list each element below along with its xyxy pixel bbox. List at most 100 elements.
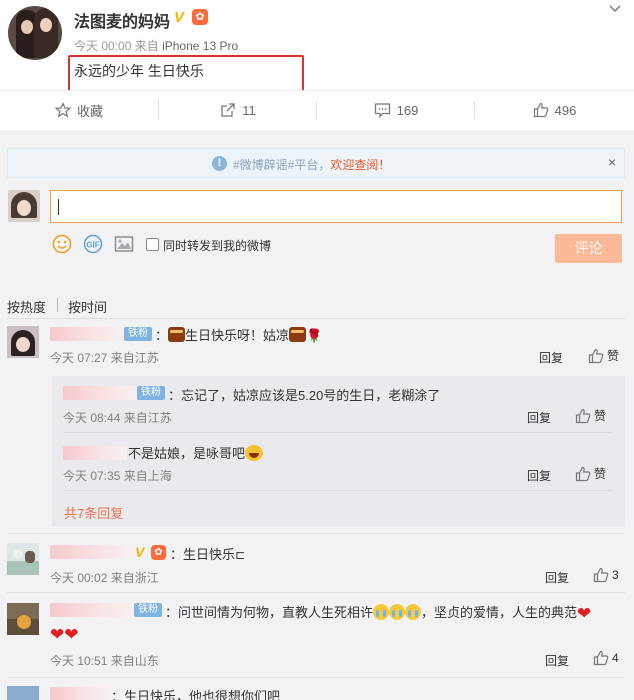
laugh-emoji-icon bbox=[245, 445, 264, 461]
author-avatar[interactable] bbox=[8, 6, 62, 60]
share-count: 11 bbox=[242, 102, 256, 118]
cake-emoji-icon bbox=[168, 327, 186, 342]
favorite-button[interactable]: 收藏 bbox=[0, 91, 158, 129]
commenter-name[interactable] bbox=[50, 545, 134, 559]
crying-emoji-icon bbox=[405, 604, 422, 620]
thumbs-up-icon bbox=[593, 567, 609, 583]
weibo-post: 法图麦的妈妈 V ✿ 今天 00:00 来自 iPhone 13 Pro 永远的… bbox=[0, 0, 634, 92]
like-label: 赞 bbox=[594, 409, 607, 423]
gif-icon[interactable]: GIF bbox=[83, 234, 103, 254]
source-prefix: 来自 bbox=[134, 39, 159, 53]
sub-reply-body: 不是姑娘，是咏哥吧 bbox=[128, 446, 246, 461]
comment-button[interactable]: 169 bbox=[317, 91, 475, 129]
thumbs-up-icon bbox=[588, 348, 604, 363]
comment-meta: 今天 10:51 来自山东 bbox=[50, 654, 159, 668]
comment-like-button[interactable]: 4 bbox=[593, 650, 619, 666]
comment-text: ：生日快乐⊏ bbox=[170, 544, 245, 563]
reply-button[interactable]: 回复 bbox=[527, 409, 551, 426]
forward-label[interactable]: 同时转发到我的微博 bbox=[163, 237, 271, 254]
comment-icon bbox=[374, 103, 390, 118]
author-name[interactable]: 法图麦的妈妈 bbox=[74, 8, 170, 32]
sub-reply-meta: 今天 07:35 来自上海 bbox=[63, 469, 172, 483]
commenter-name[interactable] bbox=[50, 687, 110, 700]
forward-checkbox[interactable] bbox=[146, 238, 159, 251]
comment-count: 169 bbox=[396, 102, 419, 118]
commenter-avatar[interactable] bbox=[7, 543, 39, 575]
svg-text:GIF: GIF bbox=[86, 241, 99, 250]
comment-input[interactable] bbox=[50, 190, 622, 223]
crying-emoji-icon bbox=[373, 604, 390, 620]
notice-text: #微博辟谣#平台，欢迎查阅！ bbox=[233, 156, 390, 173]
heart-emoji-icon: ❤ bbox=[50, 625, 65, 644]
share-button[interactable]: 11 bbox=[159, 91, 317, 129]
like-button[interactable]: 496 bbox=[475, 91, 634, 129]
sub-replier-name[interactable] bbox=[63, 386, 137, 400]
sub-replier-name[interactable] bbox=[63, 446, 127, 460]
verified-icon: V bbox=[135, 544, 145, 560]
like-count: 496 bbox=[554, 102, 577, 118]
star-icon bbox=[54, 102, 71, 118]
commenter-avatar[interactable] bbox=[7, 603, 39, 635]
member-medal-icon: ✿ bbox=[192, 9, 208, 25]
post-action-bar: 收藏 11 169 496 bbox=[0, 90, 634, 128]
sub-reply-meta: 今天 08:44 来自江苏 bbox=[63, 411, 172, 425]
thumbs-up-icon bbox=[593, 650, 609, 666]
rumor-notice: ! #微博辟谣#平台，欢迎查阅！ × bbox=[7, 148, 625, 178]
thumbs-up-icon bbox=[575, 466, 591, 481]
rose-emoji-icon: 🌹 bbox=[306, 328, 323, 343]
tab-sort-time[interactable]: 按时间 bbox=[68, 297, 107, 316]
post-time[interactable]: 今天 00:00 bbox=[74, 39, 131, 53]
heart-emoji-icon: ❤ bbox=[64, 625, 79, 644]
comment-like-button[interactable]: 赞 bbox=[588, 347, 619, 364]
reply-button[interactable]: 回复 bbox=[527, 467, 551, 484]
submit-comment-button[interactable]: 评论 bbox=[555, 234, 622, 263]
post-source: iPhone 13 Pro bbox=[162, 39, 239, 53]
heart-emoji-icon: ❤ bbox=[577, 604, 592, 623]
chevron-down-icon[interactable] bbox=[608, 2, 622, 16]
like-count: 3 bbox=[612, 568, 619, 582]
sub-reply-text: 不是姑娘，是咏哥吧 bbox=[128, 443, 264, 462]
image-icon[interactable] bbox=[114, 234, 134, 254]
reply-button[interactable]: 回复 bbox=[539, 349, 563, 366]
crying-emoji-icon bbox=[389, 604, 406, 620]
comment-like-button[interactable]: 赞 bbox=[575, 407, 606, 424]
comment-text: ：问世间情为何物，直教人生死相许 ，坚贞的爱情，人生的典范❤ bbox=[165, 602, 591, 624]
favorite-label: 收藏 bbox=[76, 103, 103, 119]
verified-icon: V bbox=[174, 9, 185, 26]
like-label: 赞 bbox=[607, 349, 620, 363]
comment-body-cont: ，坚贞的爱情，人生的典范 bbox=[421, 605, 578, 620]
fan-badge: 铁粉 bbox=[124, 327, 152, 341]
post-meta: 今天 00:00 来自 iPhone 13 Pro bbox=[74, 37, 238, 54]
comment-body: 生日快乐呀！姑凉 bbox=[185, 328, 290, 343]
tab-sort-hot[interactable]: 按热度 bbox=[7, 297, 46, 316]
commenter-name[interactable] bbox=[50, 603, 134, 617]
my-avatar bbox=[8, 190, 40, 222]
fan-badge: 铁粉 bbox=[137, 386, 165, 400]
reply-button[interactable]: 回复 bbox=[545, 652, 569, 669]
sub-reply-text: ：忘记了，姑凉应该是5.20号的生日，老糊涂了 bbox=[168, 388, 441, 403]
commenter-avatar[interactable] bbox=[7, 326, 39, 358]
comment-text: ：生日快乐，他也很想你们吧 bbox=[111, 689, 281, 700]
member-medal-icon: ✿ bbox=[151, 545, 166, 560]
comment-meta: 今天 00:02 来自浙江 bbox=[50, 571, 159, 585]
comment-like-button[interactable]: 3 bbox=[593, 567, 619, 583]
fan-badge: 铁粉 bbox=[134, 603, 162, 617]
notice-link[interactable]: 欢迎查阅！ bbox=[330, 158, 390, 172]
thumbs-up-icon bbox=[575, 408, 591, 423]
close-icon[interactable]: × bbox=[608, 154, 616, 170]
cake-emoji-icon bbox=[289, 327, 307, 342]
comment-like-button[interactable]: 赞 bbox=[575, 465, 606, 482]
comment-body: ：生日快乐 bbox=[170, 547, 236, 562]
commenter-avatar[interactable] bbox=[7, 686, 39, 700]
like-count: 4 bbox=[612, 651, 619, 665]
small-icon: ⊏ bbox=[235, 548, 246, 562]
more-replies-link[interactable]: 共7条回复 bbox=[64, 503, 123, 522]
emoji-icon[interactable] bbox=[52, 234, 72, 254]
notice-prefix: #微博辟谣#平台， bbox=[233, 158, 331, 172]
comment-colon: ： bbox=[155, 328, 169, 343]
reply-button[interactable]: 回复 bbox=[545, 569, 569, 586]
post-text: 永远的少年 生日快乐 bbox=[74, 63, 204, 79]
comment-text-wrap: ❤❤ bbox=[50, 625, 79, 645]
commenter-name[interactable] bbox=[50, 327, 124, 341]
comment-body: ：问世间情为何物，直教人生死相许 bbox=[165, 605, 374, 620]
